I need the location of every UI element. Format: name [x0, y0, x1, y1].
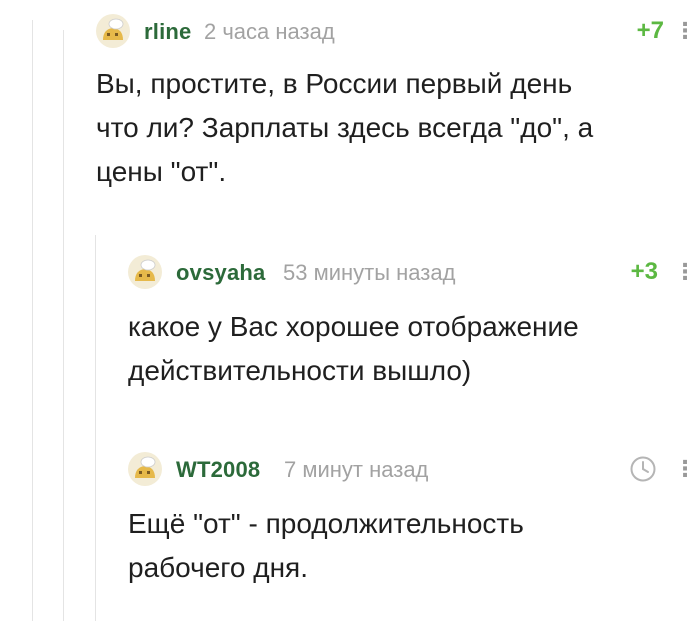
vertical-dots-icon[interactable]: ⋮ [674, 18, 696, 44]
username[interactable]: ovsyaha [176, 260, 265, 286]
comment-rating: +7 [636, 17, 664, 44]
comment-time[interactable]: 2 часа назад [204, 19, 335, 45]
comment-text-line: рабочего дня. [128, 552, 308, 583]
comment: ovsyaha 53 минуты назад +3 ⋮ какое у Вас… [128, 255, 696, 405]
comment-time[interactable]: 7 минут назад [284, 457, 428, 483]
vertical-dots-icon[interactable]: ⋮ [674, 456, 696, 482]
vertical-dots-icon[interactable]: ⋮ [674, 259, 696, 285]
comment: rline 2 часа назад +7 ⋮ Вы, простите, в … [96, 14, 696, 214]
comment-text-line: что ли? Зарплаты здесь всегда "до", а [96, 112, 594, 143]
username[interactable]: rline [144, 19, 191, 45]
thread-line-level-3 [95, 235, 96, 621]
comment-header: WT2008 7 минут назад ⋮ [128, 452, 696, 486]
username[interactable]: WT2008 [176, 457, 260, 483]
comment-time[interactable]: 53 минуты назад [283, 260, 455, 286]
comment-text: Вы, простите, в России первый день что л… [96, 62, 593, 194]
avatar-icon[interactable] [128, 255, 162, 289]
avatar-icon[interactable] [128, 452, 162, 486]
avatar-icon[interactable] [96, 14, 130, 48]
comment-text: какое у Вас хорошее отображение действит… [128, 305, 579, 393]
comment-text-line: цены "от". [96, 156, 227, 187]
comment-header: rline 2 часа назад +7 ⋮ [96, 14, 696, 48]
comment-text-line: Вы, простите, в России первый день [96, 68, 573, 99]
comment: WT2008 7 минут назад ⋮ Ещё "от" - продол… [128, 452, 696, 602]
thread-line-level-1 [32, 20, 33, 621]
comment-header: ovsyaha 53 минуты назад +3 ⋮ [128, 255, 696, 289]
comment-text-line: действительности вышло) [128, 355, 472, 386]
thread-line-level-2 [63, 30, 64, 621]
comment-text-line: Ещё "от" - продолжительность [128, 508, 524, 539]
comment-text: Ещё "от" - продолжительность рабочего дн… [128, 502, 524, 590]
comment-text-line: какое у Вас хорошее отображение [128, 311, 579, 342]
comment-rating: +3 [630, 258, 658, 285]
clock-icon[interactable] [629, 455, 657, 483]
